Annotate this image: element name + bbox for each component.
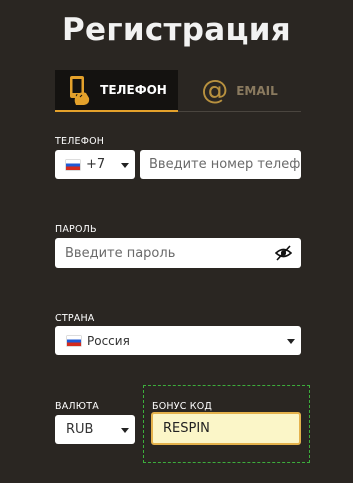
phone-input[interactable]: Введите номер телефона [140,150,301,179]
at-icon: @ [201,75,229,106]
tab-phone[interactable]: ТЕЛЕФОН [55,70,178,112]
chevron-down-icon [287,338,295,344]
registration-method-tabs: ТЕЛЕФОН @ EMAIL [55,70,301,112]
password-placeholder: Введите пароль [65,245,176,261]
tab-email-label: EMAIL [236,83,278,98]
country-code-select[interactable]: +7 [55,150,135,179]
chevron-down-icon [121,427,129,433]
bonus-code-value: RESPIN [163,421,210,436]
password-label: ПАРОЛЬ [55,224,97,235]
page-title: Регистрация [61,12,292,48]
currency-select[interactable]: RUB [55,415,135,444]
chevron-down-icon [121,162,129,168]
tab-phone-label: ТЕЛЕФОН [100,83,167,97]
country-select[interactable]: Россия [55,326,301,355]
tab-email[interactable]: @ EMAIL [178,70,301,112]
password-input[interactable]: Введите пароль [55,238,301,268]
country-code-value: +7 [86,157,106,172]
currency-label: ВАЛЮТА [55,401,99,412]
russia-flag-icon [67,335,81,346]
country-label: СТРАНА [55,313,95,324]
phone-label: ТЕЛЕФОН [55,136,105,147]
russia-flag-icon [66,159,80,170]
phone-hand-icon [70,76,90,105]
currency-value: RUB [66,422,94,437]
bonus-code-label: БОНУС КОД [152,401,213,412]
phone-placeholder: Введите номер телефона [149,157,301,172]
country-value: Россия [87,333,130,348]
bonus-code-input[interactable]: RESPIN [151,412,301,445]
eye-slash-icon[interactable] [275,245,292,261]
